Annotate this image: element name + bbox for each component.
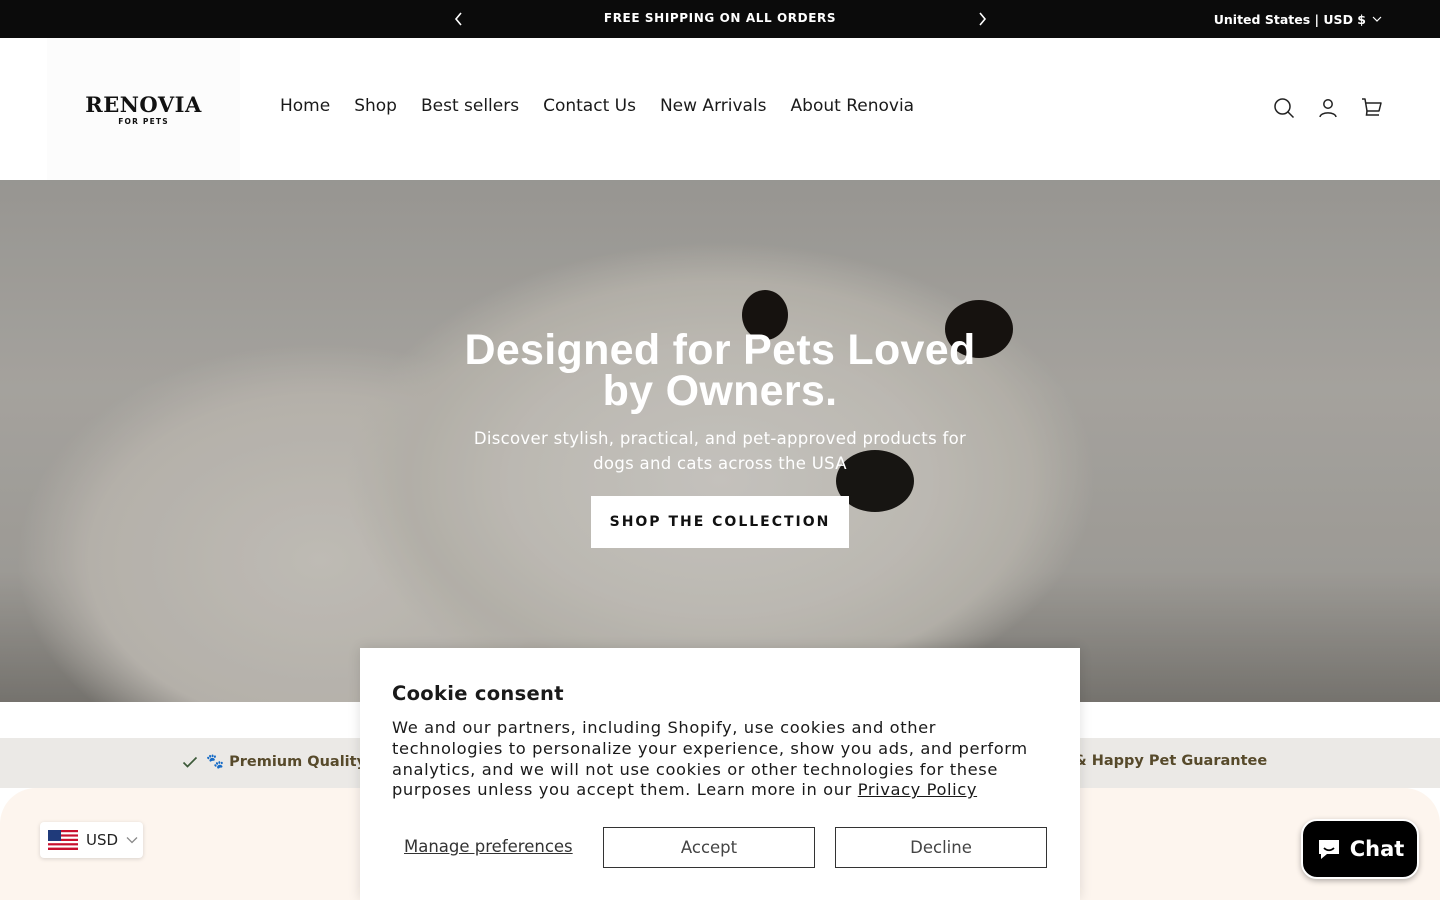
privacy-policy-link[interactable]: Privacy Policy xyxy=(858,780,977,799)
chevron-down-icon xyxy=(126,837,138,844)
locale-selector[interactable]: United States | USD $ xyxy=(1214,0,1382,38)
cart-icon[interactable] xyxy=(1360,96,1384,120)
site-header: RENOVIA FOR PETS Home Shop Best sellers … xyxy=(0,38,1440,180)
shop-collection-button[interactable]: SHOP THE COLLECTION xyxy=(591,496,849,548)
logo[interactable]: RENOVIA FOR PETS xyxy=(47,38,240,180)
header-icons xyxy=(1272,96,1384,120)
nav-contact-us[interactable]: Contact Us xyxy=(543,96,636,116)
feature-item: & Happy Pet Guarantee xyxy=(1074,753,1267,769)
locale-label: United States | USD $ xyxy=(1213,11,1366,27)
nav-about-renovia[interactable]: About Renovia xyxy=(791,96,915,116)
cookie-consent-dialog: Cookie consent We and our partners, incl… xyxy=(360,648,1080,900)
feature-label: 🐾 Premium Quality xyxy=(206,754,367,770)
accept-button[interactable]: Accept xyxy=(603,827,815,868)
chevron-right-icon[interactable] xyxy=(972,9,992,29)
cookie-body: We and our partners, including Shopify, … xyxy=(392,718,1052,801)
feature-label: & Happy Pet Guarantee xyxy=(1074,753,1268,769)
cookie-title: Cookie consent xyxy=(392,682,564,705)
chat-bubble-icon xyxy=(1318,840,1339,859)
nav-best-sellers[interactable]: Best sellers xyxy=(421,96,519,116)
us-flag-icon xyxy=(48,830,78,850)
currency-code: USD xyxy=(86,831,119,849)
hero-banner: Designed for Pets Loved by Owners. Disco… xyxy=(0,180,1440,702)
hero-content: Designed for Pets Loved by Owners. Disco… xyxy=(0,326,1440,548)
main-nav: Home Shop Best sellers Contact Us New Ar… xyxy=(280,96,914,116)
checkmark-icon xyxy=(182,756,198,768)
hero-title: Designed for Pets Loved by Owners. xyxy=(464,326,976,415)
hero-subtitle: Discover stylish, practical, and pet-app… xyxy=(473,429,967,473)
nav-new-arrivals[interactable]: New Arrivals xyxy=(660,96,767,116)
chat-button[interactable]: Chat xyxy=(1301,819,1419,879)
search-icon[interactable] xyxy=(1272,96,1296,120)
nav-home[interactable]: Home xyxy=(280,96,330,116)
chat-label: Chat xyxy=(1349,837,1405,861)
nav-shop[interactable]: Shop xyxy=(354,96,397,116)
decline-button[interactable]: Decline xyxy=(835,827,1047,868)
announcement-bar: FREE SHIPPING ON ALL ORDERS United State… xyxy=(0,0,1440,38)
logo-brand: RENOVIA xyxy=(85,92,202,117)
account-icon[interactable] xyxy=(1316,96,1340,120)
chevron-down-icon xyxy=(1372,16,1382,22)
feature-item: 🐾 Premium Quality xyxy=(182,753,366,770)
currency-selector[interactable]: USD xyxy=(40,822,143,858)
logo-sub: FOR PETS xyxy=(118,117,169,126)
manage-preferences-link[interactable]: Manage preferences xyxy=(404,837,573,856)
